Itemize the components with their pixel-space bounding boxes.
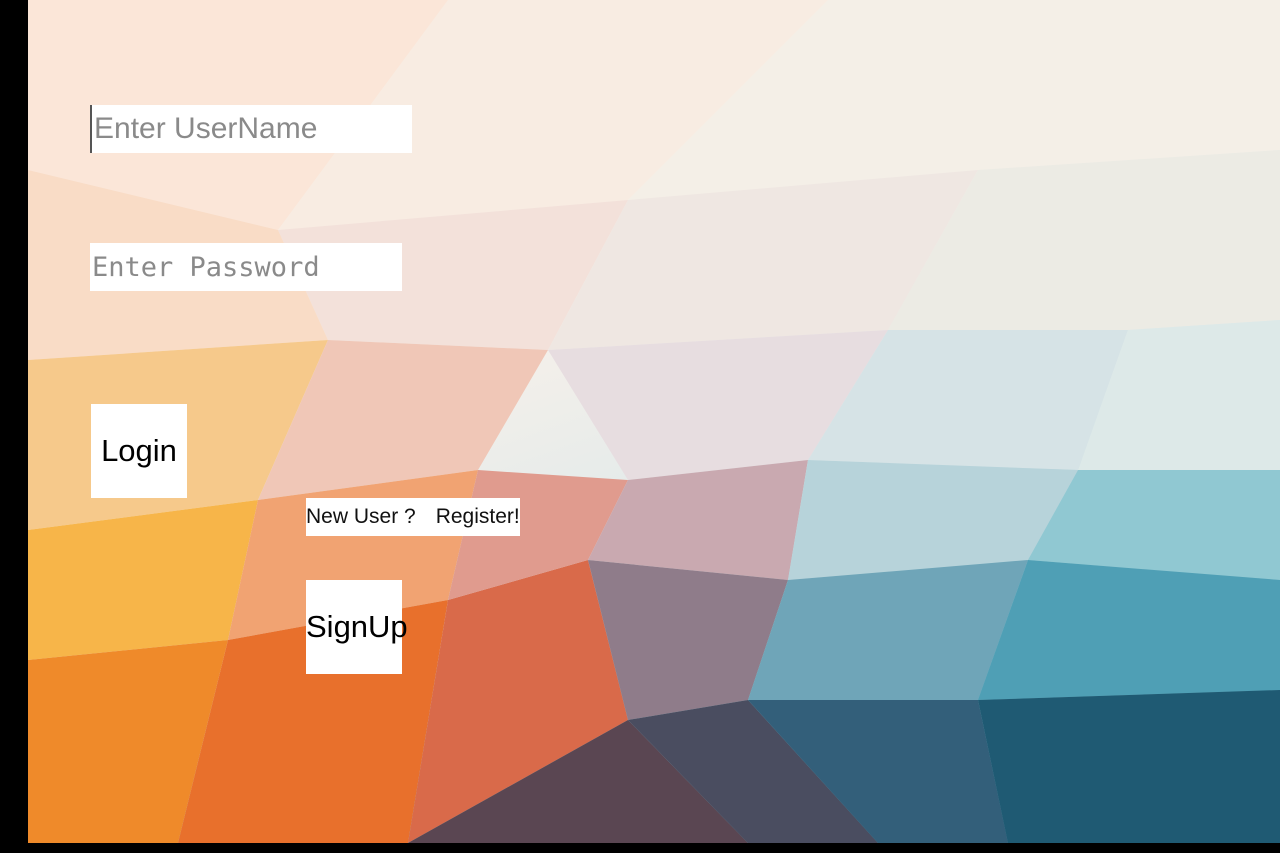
- left-edge-bar: [0, 0, 28, 853]
- username-input[interactable]: [90, 105, 412, 153]
- password-input[interactable]: [90, 243, 402, 291]
- new-user-text: New User ?: [306, 505, 416, 528]
- signup-button[interactable]: SignUp: [306, 580, 408, 674]
- register-link[interactable]: Register!: [436, 505, 520, 529]
- register-prompt: New User ? Register!: [306, 498, 520, 536]
- bottom-edge-bar: [0, 843, 1280, 853]
- login-screen: Login New User ? Register! SignUp: [0, 0, 1280, 853]
- login-button[interactable]: Login: [91, 404, 187, 498]
